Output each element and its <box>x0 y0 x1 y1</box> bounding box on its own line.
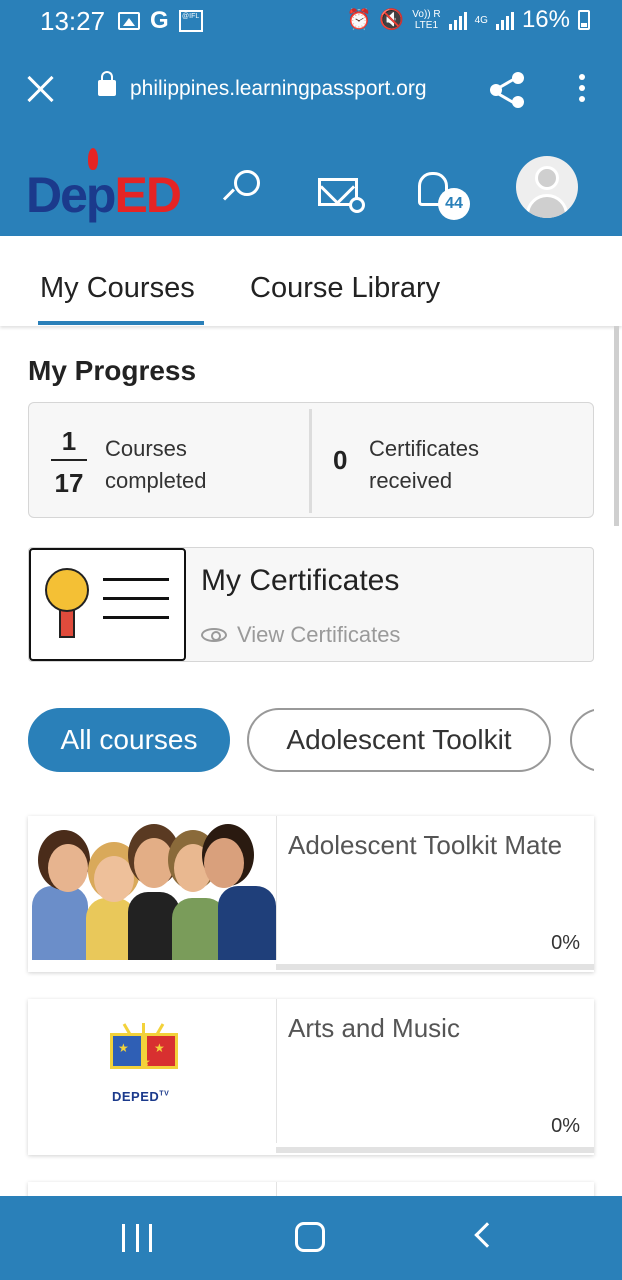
my-certificates-card[interactable]: My Certificates View Certificates <box>28 547 594 662</box>
course-tabs: My Courses Course Library <box>0 236 622 326</box>
notification-count-badge: 44 <box>438 188 470 220</box>
home-icon[interactable] <box>295 1222 325 1252</box>
share-icon[interactable] <box>490 72 526 108</box>
courses-completed-label: Courses completed <box>105 436 207 493</box>
course-progress-percent: 0% <box>551 932 580 954</box>
status-notification-icons: G @IFL <box>118 8 203 34</box>
certificates-count: 0 <box>333 445 348 475</box>
network-type: 4G <box>474 14 488 26</box>
course-progress-bar <box>276 964 594 970</box>
course-card[interactable]: Adolescent Toolkit Mate 0% <box>28 816 594 972</box>
app-header: DepED <box>0 138 622 236</box>
search-icon[interactable] <box>222 168 262 208</box>
close-icon[interactable] <box>26 74 56 104</box>
tab-my-courses[interactable]: My Courses <box>40 272 195 305</box>
status-system-icons: ⏰ 🔇 Vo)) R LTE1 4G 16% <box>346 6 590 34</box>
course-title: Adolescent Toolkit Mate <box>288 830 563 860</box>
my-progress-heading: My Progress <box>28 355 197 386</box>
messages-icon[interactable] <box>318 178 365 213</box>
battery-percent: 16% <box>521 6 570 33</box>
browser-toolbar: philippines.learningpassport.org <box>0 44 622 138</box>
filter-chip-adolescent-toolkit[interactable]: Adolescent Toolkit <box>247 708 551 772</box>
certificates-received-label: Certificates received <box>369 436 480 493</box>
my-certificates-title: My Certificates <box>201 564 400 597</box>
signal-icon-2 <box>495 10 514 30</box>
alarm-icon: ⏰ <box>346 9 372 31</box>
courses-fraction: 1 17 <box>51 425 87 499</box>
certificate-icon <box>29 548 186 661</box>
course-progress-percent: 0% <box>551 1115 580 1137</box>
status-time: 13:27 <box>40 6 106 36</box>
google-icon: G <box>150 7 169 34</box>
mute-icon: 🔇 <box>379 9 405 31</box>
active-tab-indicator <box>38 321 204 325</box>
scrollbar[interactable] <box>614 326 619 526</box>
url-text[interactable]: philippines.learningpassport.org <box>130 77 427 101</box>
course-card[interactable]: ★ ★ ★ DEPEDTV Arts and Music 0% <box>28 999 594 1155</box>
tab-course-library[interactable]: Course Library <box>250 272 440 305</box>
course-progress-bar <box>276 1147 594 1153</box>
deped-logo[interactable]: DepED <box>26 148 182 228</box>
deped-tv-logo: ★ ★ ★ <box>104 1023 186 1085</box>
course-title: Arts and Music <box>288 1013 460 1043</box>
lock-icon <box>98 71 116 96</box>
eye-icon <box>201 628 227 642</box>
status-bar: 13:27 G @IFL ⏰ 🔇 Vo)) R LTE1 4G 16% <box>0 0 622 44</box>
back-icon[interactable] <box>474 1222 500 1248</box>
divider <box>309 409 312 513</box>
progress-card: 1 17 Courses completed 0 Certificates re… <box>28 402 594 518</box>
avatar[interactable] <box>516 156 578 218</box>
news-app-icon: @IFL <box>178 10 203 32</box>
more-options-icon[interactable] <box>578 74 586 106</box>
course-thumbnail: ★ ★ ★ DEPEDTV <box>28 999 276 1143</box>
volte-indicator: Vo)) R LTE1 <box>412 9 441 31</box>
signal-icon <box>448 10 467 30</box>
recent-apps-icon[interactable] <box>122 1224 152 1252</box>
view-certificates-link[interactable]: View Certificates <box>201 622 400 648</box>
filter-chip-all-courses[interactable]: All courses <box>28 708 230 772</box>
gallery-icon <box>118 12 140 30</box>
system-navigation-bar <box>0 1196 622 1280</box>
course-thumbnail <box>28 816 276 960</box>
battery-icon <box>578 10 590 30</box>
